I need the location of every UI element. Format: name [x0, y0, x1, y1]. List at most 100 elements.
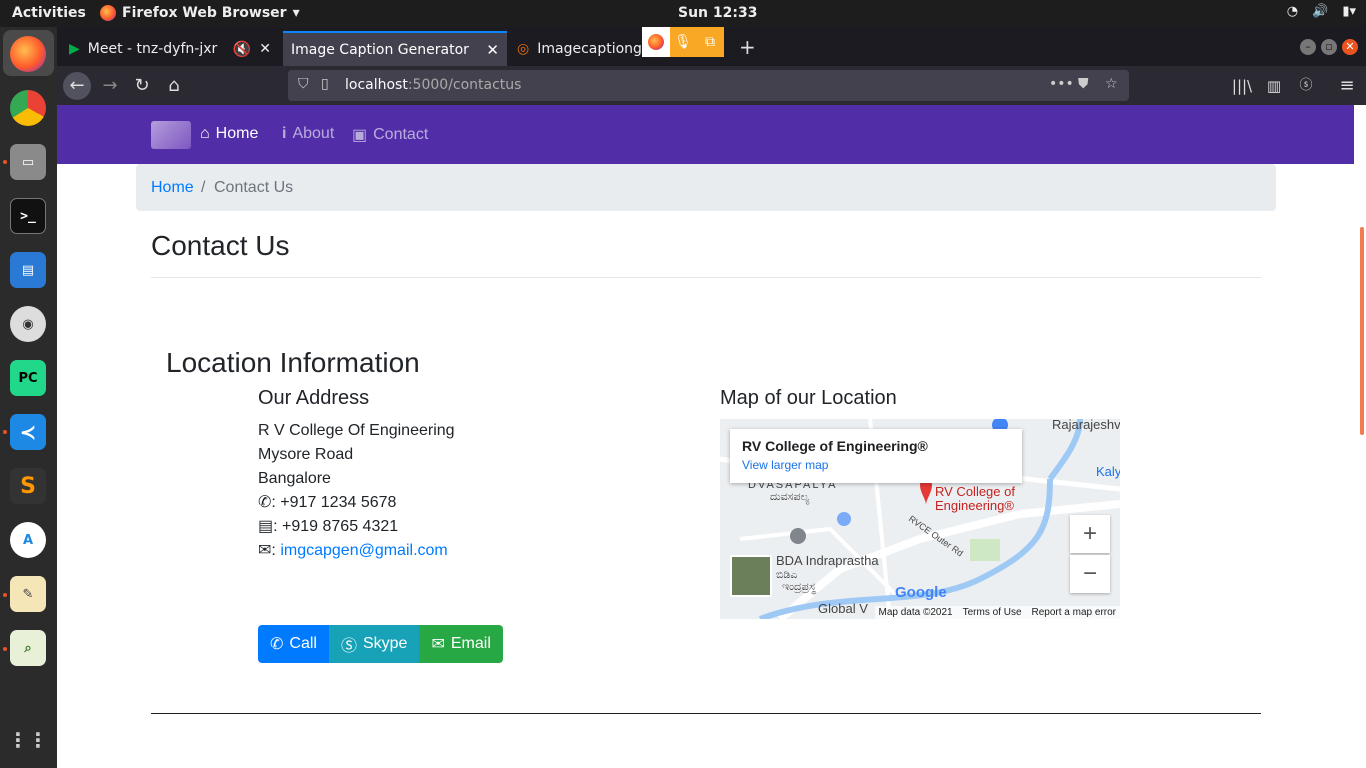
nav-about[interactable]: i About — [282, 125, 334, 143]
tab-image-caption-generator[interactable]: Image Caption Generator ✕ — [283, 31, 507, 66]
image-viewer-icon[interactable]: ⌕ — [10, 630, 46, 666]
tab-title: Meet - tnz-dyfn-jxr — [87, 40, 218, 57]
terminal-icon[interactable]: >_ — [10, 198, 46, 234]
email-row: ✉: imgcapgen@gmail.com — [258, 542, 448, 559]
shield-icon[interactable]: ⛉ — [298, 76, 309, 92]
report-error-link[interactable]: Report a map error — [1032, 607, 1116, 618]
map-label: Kaly — [1096, 464, 1120, 479]
firefox-icon — [100, 5, 116, 21]
nav-home[interactable]: ⌂ Home — [200, 125, 258, 143]
scrollbar[interactable] — [1354, 105, 1366, 768]
clock[interactable]: Sun 12:33 — [678, 5, 757, 21]
text-editor-icon[interactable]: ✎ — [10, 576, 46, 612]
software-center-icon[interactable]: A — [10, 522, 46, 558]
new-tab-button[interactable]: + — [739, 35, 756, 59]
nav-contact[interactable]: ▣ Contact — [352, 125, 428, 145]
menu-icon[interactable]: ≡ — [1333, 72, 1361, 100]
system-top-bar: Activities Firefox Web Browser ▾ Sun 12:… — [0, 0, 1366, 27]
page-icon: ▯ — [321, 76, 329, 92]
brand-logo[interactable] — [151, 121, 191, 149]
dock: ▭ >_ ▤ ◉ PC ≺ S A ✎ ⌕ ⋮⋮ — [0, 27, 57, 768]
nav-home-label: Home — [215, 125, 259, 142]
reload-button[interactable]: ↻ — [128, 72, 156, 100]
address-line: Bangalore — [258, 470, 331, 487]
envelope-icon: ✉ — [258, 542, 272, 559]
phone-icon: ✆ — [270, 636, 284, 653]
envelope-icon: ✉ — [431, 636, 445, 653]
address-block: R V College Of Engineering Mysore Road B… — [258, 419, 455, 563]
map-label: ದುವಸಪಲ್ಯ — [770, 491, 810, 503]
terms-link[interactable]: Terms of Use — [963, 607, 1022, 618]
document-viewer-icon[interactable]: ▤ — [10, 252, 46, 288]
activities-button[interactable]: Activities — [12, 5, 86, 21]
colab-icon: ◎ — [517, 40, 530, 57]
pycharm-icon[interactable]: PC — [10, 360, 46, 396]
close-icon[interactable]: ✕ — [486, 41, 499, 59]
url-bar[interactable]: ⛉ ▯ localhost:5000/contactus ••• ⛊ ☆ — [288, 70, 1129, 101]
tab-bar: ▶ Meet - tnz-dyfn-jxr 🔇 ✕ Image Caption … — [57, 27, 1366, 66]
email-button[interactable]: ✉ Email — [419, 625, 503, 663]
breadcrumb-home-link[interactable]: Home — [151, 179, 194, 197]
mute-icon[interactable]: 🔇 — [233, 40, 252, 58]
url-text[interactable]: localhost:5000/contactus — [345, 77, 521, 93]
map-label: Rajarajeshv — [1052, 419, 1120, 432]
files-icon[interactable]: ▭ — [10, 144, 46, 180]
forward-button[interactable]: → — [96, 72, 124, 100]
fax-row: ▤: +919 8765 4321 — [258, 518, 399, 535]
system-tray[interactable]: ◔ 🔊 ▮▾ — [1287, 4, 1356, 19]
page-viewport: ⌂ Home i About ▣ Contact Home / Contact … — [57, 105, 1366, 768]
embedded-map[interactable]: Rajarajeshv Kaly DVASAPALYA ದುವಸಪಲ್ಯ BDA… — [720, 419, 1120, 619]
nav-contact-label: Contact — [373, 126, 429, 143]
skype-icon: Ⓢ — [340, 638, 357, 655]
email-link[interactable]: imgcapgen@gmail.com — [280, 542, 447, 559]
page-actions-icon[interactable]: ••• — [1049, 76, 1074, 92]
info-icon: i — [282, 125, 287, 142]
app-menu[interactable]: Firefox Web Browser ▾ — [100, 5, 300, 21]
address-line: R V College Of Engineering — [258, 422, 455, 439]
zoom-in-button[interactable]: + — [1070, 515, 1110, 553]
rhythmbox-icon[interactable]: ◉ — [10, 306, 46, 342]
sublime-text-icon[interactable]: S — [10, 468, 46, 504]
vscode-icon[interactable]: ≺ — [10, 414, 46, 450]
chrome-icon[interactable] — [10, 90, 46, 126]
sidebar-icon[interactable]: ▥ — [1260, 72, 1288, 100]
sharing-indicator[interactable]: 🎙 ⧉ — [642, 27, 724, 57]
map-label: ಇಂದ್ರಪ್ರಸ್ಥ — [782, 581, 817, 593]
phone-row: ✆: +917 1234 5678 — [258, 494, 397, 511]
nav-about-label: About — [292, 125, 335, 142]
browser-toolbar: ← → ↻ ⌂ ⛉ ▯ localhost:5000/contactus •••… — [57, 66, 1366, 105]
map-label: BDA Indraprastha — [776, 553, 879, 568]
firefox-icon[interactable] — [10, 36, 46, 72]
close-window-button[interactable]: ✕ — [1342, 39, 1358, 55]
map-label: Global V — [818, 601, 868, 616]
map-heading: Map of our Location — [720, 387, 897, 409]
zoom-out-button[interactable]: − — [1070, 555, 1110, 593]
scrollbar-thumb[interactable] — [1360, 227, 1364, 435]
call-button[interactable]: ✆ Call — [258, 625, 329, 663]
home-icon: ⌂ — [200, 125, 210, 142]
back-button[interactable]: ← — [63, 72, 91, 100]
close-icon[interactable]: ✕ — [259, 41, 271, 57]
bookmark-star-icon[interactable]: ☆ — [1105, 76, 1118, 92]
pocket-icon[interactable]: ⛊ — [1078, 76, 1089, 92]
minimize-button[interactable]: – — [1300, 39, 1316, 55]
breadcrumb-separator: / — [201, 179, 206, 196]
tab-meet[interactable]: ▶ Meet - tnz-dyfn-jxr 🔇 ✕ — [61, 31, 279, 66]
running-indicator — [3, 160, 7, 164]
microphone-icon: 🎙 — [670, 27, 696, 57]
page-title: Contact Us — [151, 230, 290, 261]
running-indicator — [3, 430, 7, 434]
satellite-toggle[interactable] — [730, 555, 772, 597]
firefox-icon — [642, 27, 670, 57]
account-icon[interactable]: ⓢ — [1292, 72, 1320, 100]
wifi-icon: ◔ — [1286, 4, 1299, 19]
home-button[interactable]: ⌂ — [160, 72, 188, 100]
view-larger-map-link[interactable]: View larger map — [742, 458, 1010, 472]
library-icon[interactable]: |||\ — [1228, 72, 1256, 100]
show-apps-icon[interactable]: ⋮⋮ — [8, 722, 48, 758]
address-heading: Our Address — [258, 387, 370, 409]
tab-imagecaptionge[interactable]: ◎ Imagecaptionge — [509, 31, 651, 66]
skype-button[interactable]: Ⓢ Skype — [328, 625, 420, 663]
maximize-button[interactable]: ▫ — [1321, 39, 1337, 55]
address-line: Mysore Road — [258, 446, 354, 463]
